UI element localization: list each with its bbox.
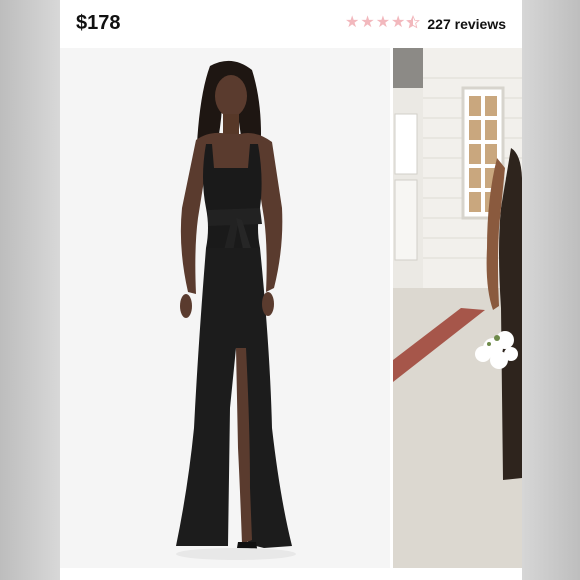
blurred-right-margin <box>522 0 580 580</box>
reviews-link[interactable]: 227 reviews <box>427 16 506 32</box>
product-photo-secondary[interactable] <box>393 48 522 568</box>
product-card: $178 ★ ★ ★ ★ 227 reviews <box>60 0 522 580</box>
star-icon: ★ <box>345 14 360 31</box>
half-star-icon <box>406 14 421 33</box>
price-label: $178 <box>76 12 121 34</box>
product-header: $178 ★ ★ ★ ★ 227 reviews <box>60 0 522 48</box>
blurred-left-margin <box>0 0 60 580</box>
product-photo-main[interactable] <box>60 48 390 568</box>
model-in-black-maxi-dress-icon <box>60 48 390 568</box>
star-icon: ★ <box>391 14 406 31</box>
star-rating: ★ ★ ★ ★ <box>345 14 421 33</box>
star-icon: ★ <box>360 14 375 31</box>
rating-summary[interactable]: ★ ★ ★ ★ 227 reviews <box>345 14 506 33</box>
star-icon: ★ <box>375 14 391 31</box>
model-with-bouquet-photo-icon <box>393 48 522 568</box>
